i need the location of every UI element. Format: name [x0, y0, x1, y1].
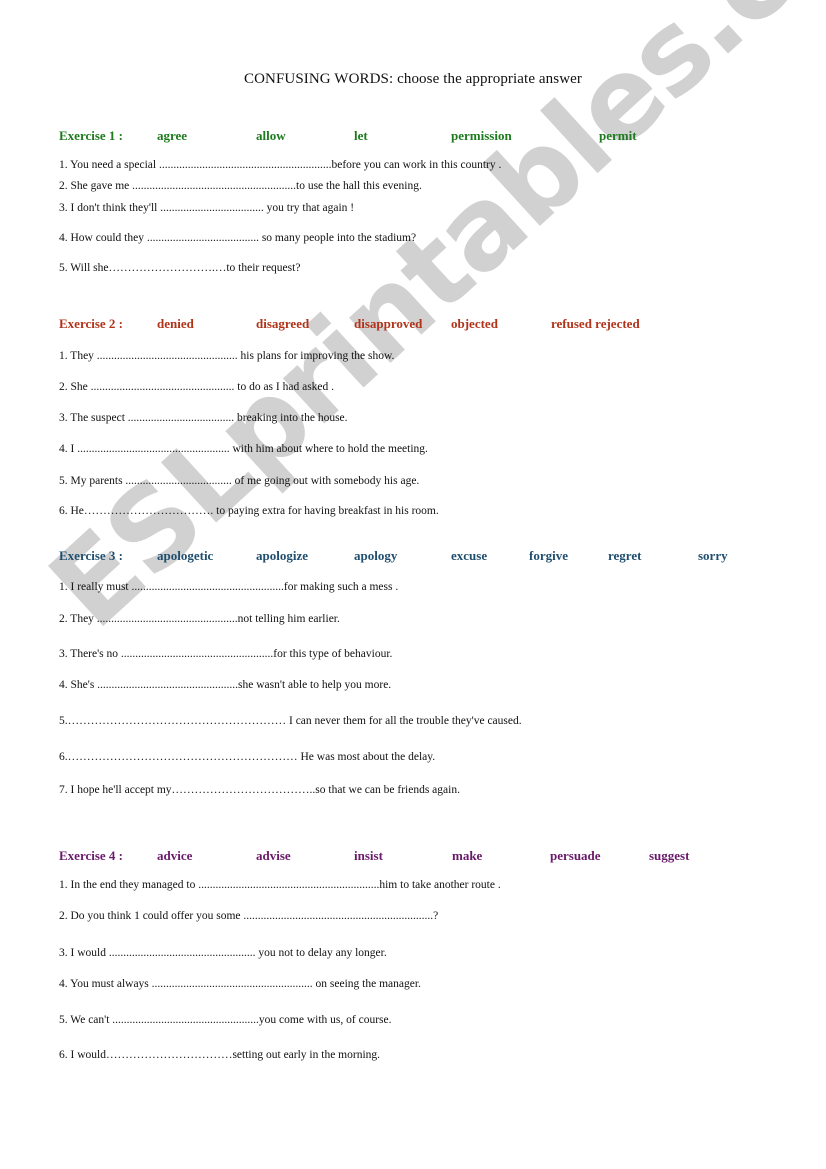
- exercise-2-heading: Exercise 2 : denied disagreed disapprove…: [59, 316, 779, 334]
- word-option: insist: [354, 848, 383, 863]
- exercise-1-heading: Exercise 1 : agree allow let permission …: [59, 128, 779, 146]
- sentence: 3. I would .............................…: [59, 947, 387, 959]
- sentence: 4. How could they ......................…: [59, 232, 417, 244]
- word-option: make: [452, 848, 483, 863]
- word-option: persuade: [550, 848, 601, 863]
- word-option: permission: [451, 128, 512, 143]
- word-option: permit: [599, 128, 637, 143]
- sentence: 3. There's no ..........................…: [59, 648, 393, 660]
- exercise-label: Exercise 2 :: [59, 316, 124, 331]
- word-option: disagreed: [256, 316, 310, 331]
- word-option: advice: [157, 848, 193, 863]
- word-option: objected: [451, 316, 498, 331]
- sentence: 2. She .................................…: [59, 381, 335, 393]
- word-option: disapproved: [354, 316, 423, 331]
- exercise-4-heading: Exercise 4 : advice advise insist make p…: [59, 848, 779, 866]
- word-option: apologetic: [157, 548, 214, 563]
- sentence: 2. They ................................…: [59, 613, 340, 625]
- word-option: advise: [256, 848, 291, 863]
- word-option: sorry: [698, 548, 728, 563]
- sentence: 2. She gave me .........................…: [59, 180, 422, 192]
- sentence: 4. You must always .....................…: [59, 978, 421, 990]
- sentence: 6. He……………………………. to paying extra for ha…: [59, 505, 439, 517]
- sentence: 5. Will she……………………….…to their request?: [59, 262, 301, 274]
- sentence: 5. My parents ..........................…: [59, 475, 420, 487]
- sentence: 7. I hope he'll accept my………………………………..s…: [59, 784, 460, 796]
- sentence: 5. We can't ............................…: [59, 1014, 392, 1026]
- word-option: apologize: [256, 548, 308, 563]
- word-option: excuse: [451, 548, 488, 563]
- word-option: apology: [354, 548, 398, 563]
- sentence: 1. In the end they managed to ..........…: [59, 879, 501, 891]
- exercise-3-heading: Exercise 3 : apologetic apologize apolog…: [59, 548, 779, 566]
- sentence: 5.………………………………………………… I can never them f…: [59, 715, 522, 727]
- word-option: let: [354, 128, 368, 143]
- sentence: 1. They ................................…: [59, 350, 395, 362]
- sentence: 2. Do you think 1 could offer you some .…: [59, 910, 439, 922]
- word-option: denied: [157, 316, 194, 331]
- worksheet-page: ESLprintables.com CONFUSING WORDS: choos…: [0, 0, 826, 1169]
- page-title: CONFUSING WORDS: choose the appropriate …: [243, 71, 583, 87]
- word-option: forgive: [529, 548, 568, 563]
- word-option: allow: [256, 128, 286, 143]
- exercise-label: Exercise 1 :: [59, 128, 124, 143]
- word-option: regret: [608, 548, 642, 563]
- word-option: suggest: [649, 848, 690, 863]
- sentence: 3. The suspect .........................…: [59, 412, 348, 424]
- sentence: 1. You need a special ..................…: [59, 159, 502, 171]
- word-option: refused rejected: [551, 316, 640, 331]
- exercise-label: Exercise 3 :: [59, 548, 124, 563]
- sentence: 4. She's ...............................…: [59, 679, 392, 691]
- exercise-label: Exercise 4 :: [59, 848, 124, 863]
- sentence: 3. I don't think they'll ...............…: [59, 202, 355, 214]
- sentence: 4. I ...................................…: [59, 443, 428, 455]
- word-option: agree: [157, 128, 188, 143]
- sentence: 6. I would……………………………setting out early i…: [59, 1049, 381, 1061]
- sentence: 1. I really must .......................…: [59, 581, 399, 593]
- sentence: 6.…………………………………………………… He was most about…: [59, 751, 436, 763]
